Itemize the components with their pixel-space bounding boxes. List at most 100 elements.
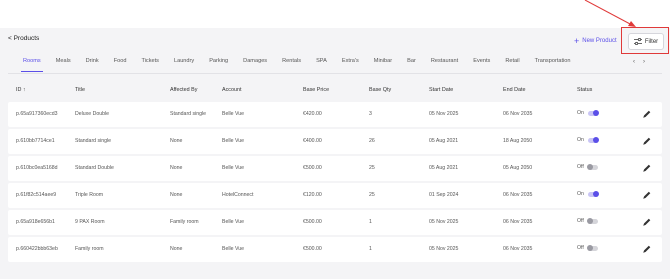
tab-events[interactable]: Events xyxy=(473,58,490,70)
edit-pencil-icon[interactable] xyxy=(642,190,652,200)
cell-base-price: €400.00 xyxy=(303,138,322,144)
cell-account: HotelConnect xyxy=(222,192,254,198)
tabs-scroll-right-icon[interactable]: › xyxy=(643,59,645,65)
cell-account: Belle Vue xyxy=(222,246,245,252)
tabs-divider xyxy=(8,73,662,74)
status-label: On xyxy=(577,137,584,143)
cell-affected-by: Standard single xyxy=(170,111,207,117)
tab-extra-s[interactable]: Extra's xyxy=(342,58,359,70)
status-label: On xyxy=(577,110,584,116)
cell-base-qty: 25 xyxy=(369,192,375,198)
status-toggle[interactable] xyxy=(586,218,598,224)
cell-affected-by: Family room xyxy=(170,219,199,225)
table-row[interactable]: p.610bc0ea5168d Standard Double None Belle … xyxy=(8,156,662,181)
top-band xyxy=(0,0,670,28)
status-cell: Off xyxy=(577,164,598,170)
cell-end-date: 05 Aug 2050 xyxy=(503,165,533,171)
column-header: Account xyxy=(222,87,242,93)
cell-base-qty: 1 xyxy=(369,246,372,252)
status-label: Off xyxy=(577,245,584,251)
status-label: On xyxy=(577,191,584,197)
toggle-knob xyxy=(592,110,599,116)
cell-title: 9 PAX Room xyxy=(75,219,105,225)
cell-base-qty: 26 xyxy=(369,138,375,144)
edit-pencil-icon[interactable] xyxy=(642,136,652,146)
cell-start-date: 05 Nov 2025 xyxy=(429,111,459,117)
cell-title: Standard Double xyxy=(75,165,114,171)
toggle-knob xyxy=(592,137,599,143)
tab-transportation[interactable]: Transportation xyxy=(535,58,571,70)
tab-restaurant[interactable]: Restaurant xyxy=(431,58,458,70)
table-row[interactable]: p.61f82c514aee9 Triple Room None HotelConne… xyxy=(8,183,662,208)
tabs-scroll-left-icon[interactable]: ‹ xyxy=(633,59,635,65)
tab-meals[interactable]: Meals xyxy=(56,58,71,70)
cell-id: p.65a917360ecd3 xyxy=(16,111,58,117)
edit-pencil-icon[interactable] xyxy=(642,163,652,173)
cell-start-date: 05 Aug 2021 xyxy=(429,165,459,171)
column-header: Base Price xyxy=(303,87,330,93)
tab-rooms[interactable]: Rooms xyxy=(21,58,43,72)
cell-base-price: €120.00 xyxy=(303,192,322,198)
column-header: Status xyxy=(577,87,593,93)
tab-minibar[interactable]: Minibar xyxy=(374,58,392,70)
cell-start-date: 05 Nov 2025 xyxy=(429,246,459,252)
cell-start-date: 05 Aug 2021 xyxy=(429,138,459,144)
status-toggle[interactable] xyxy=(586,164,598,170)
edit-pencil-icon[interactable] xyxy=(642,109,652,119)
tab-laundry[interactable]: Laundry xyxy=(174,58,194,70)
edit-pencil-icon[interactable] xyxy=(642,217,652,227)
cell-account: Belle Vue xyxy=(222,219,245,225)
status-cell: Off xyxy=(577,245,598,251)
cell-affected-by: None xyxy=(170,138,183,144)
cell-title: Triple Room xyxy=(75,192,104,198)
cell-base-price: €500.00 xyxy=(303,246,322,252)
tab-rentals[interactable]: Rentals xyxy=(282,58,301,70)
cell-affected-by: None xyxy=(170,246,183,252)
cell-id: p.660422bbb63eb xyxy=(16,246,58,252)
edit-pencil-icon[interactable] xyxy=(642,244,652,254)
status-toggle[interactable] xyxy=(587,137,599,143)
new-product-button[interactable]: + New Product xyxy=(574,37,617,46)
column-header: Affected By xyxy=(170,87,198,93)
cell-end-date: 06 Nov 2035 xyxy=(503,192,533,198)
cell-base-price: €420.00 xyxy=(303,111,322,117)
tab-bar[interactable]: Bar xyxy=(407,58,416,70)
tab-food[interactable]: Food xyxy=(114,58,127,70)
tab-drink[interactable]: Drink xyxy=(86,58,99,70)
table-row[interactable]: p.65a917360ecd3 Deluxe Double Standard sin… xyxy=(8,102,662,127)
column-header: Title xyxy=(75,87,85,93)
table-row[interactable]: p.660422bbb63eb Family room None Belle Vue €… xyxy=(8,237,662,262)
category-tabs: Rooms Meals Drink Food Tickets Laundry Parking… xyxy=(21,58,586,72)
annotation-highlight-box xyxy=(621,27,669,54)
cell-title: Standard single xyxy=(75,138,112,144)
back-label: < Products xyxy=(8,35,40,42)
cell-account: Belle Vue xyxy=(222,165,245,171)
cell-base-price: €500.00 xyxy=(303,165,322,171)
cell-base-price: €500.00 xyxy=(303,219,322,225)
table-header: ID ↑ Title Affected By Account Base Price Bas… xyxy=(8,87,662,97)
tab-damages[interactable]: Damages xyxy=(243,58,267,70)
status-toggle[interactable] xyxy=(587,191,599,197)
cell-start-date: 01 Sep 2024 xyxy=(429,192,459,198)
cell-start-date: 05 Nov 2025 xyxy=(429,219,459,225)
cell-affected-by: None xyxy=(170,192,183,198)
cell-base-qty: 3 xyxy=(369,111,372,117)
tab-parking[interactable]: Parking xyxy=(209,58,228,70)
status-toggle[interactable] xyxy=(587,110,599,116)
status-toggle[interactable] xyxy=(586,245,598,251)
cell-end-date: 18 Aug 2050 xyxy=(503,138,533,144)
status-label: Off xyxy=(577,164,584,170)
cell-end-date: 06 Nov 2035 xyxy=(503,246,533,252)
toggle-knob xyxy=(586,164,593,170)
cell-id: p.610bb7714ce1 xyxy=(16,138,55,144)
tab-tickets[interactable]: Tickets xyxy=(141,58,159,70)
table-row[interactable]: p.65a918e656b1 9 PAX Room Family room Belle… xyxy=(8,210,662,235)
cell-base-qty: 25 xyxy=(369,165,375,171)
back-to-products-link[interactable]: < Products xyxy=(8,35,39,42)
tab-spa[interactable]: SPA xyxy=(316,58,327,70)
table-row[interactable]: p.610bb7714ce1 Standard single None Belle V… xyxy=(8,129,662,154)
tab-retail[interactable]: Retail xyxy=(505,58,519,70)
cell-title: Family room xyxy=(75,246,104,252)
cell-id: p.610bc0ea5168d xyxy=(16,165,58,171)
column-header[interactable]: ID ↑ xyxy=(16,87,26,93)
